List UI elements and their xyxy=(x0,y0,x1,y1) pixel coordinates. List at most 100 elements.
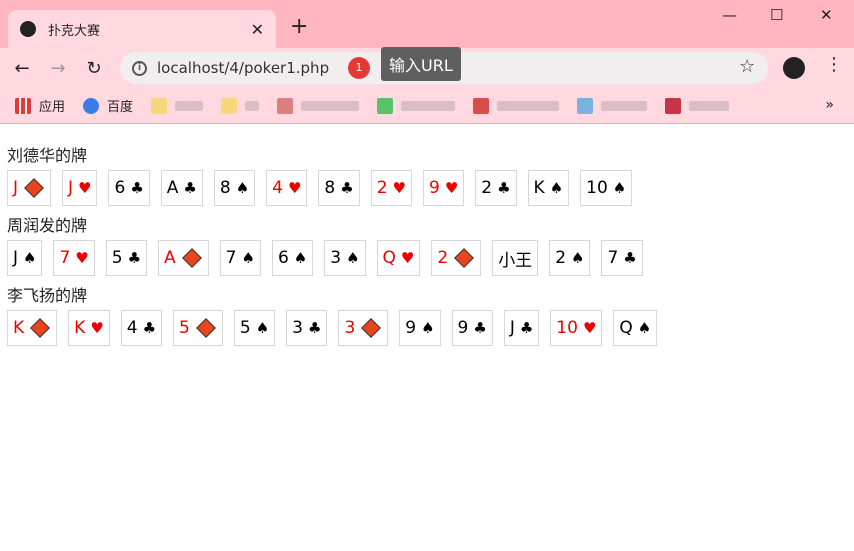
playing-card: 9 ♠ xyxy=(399,310,441,346)
card-rank: 2 xyxy=(555,248,567,268)
baidu-paw-icon xyxy=(83,97,100,114)
info-icon[interactable]: i xyxy=(132,60,147,76)
card-rank: 10 xyxy=(586,178,608,198)
card-rank: J xyxy=(68,178,74,198)
player-label: 李飞扬的牌 xyxy=(7,286,88,305)
card-row: J ♠ 7 ♥ 5 ♣ A 7 ♠ 6 ♠ 3 ♠ Q ♥ 2 小王 2 ♠ 7 ♣ xyxy=(7,240,847,276)
spade-icon: ♠ xyxy=(255,319,270,337)
bookmark-blurred[interactable] xyxy=(221,97,260,114)
bookmark-label: 应用 xyxy=(39,100,66,115)
playing-card: 3 xyxy=(338,310,389,346)
bookmark-blurred[interactable] xyxy=(277,97,360,114)
playing-card: 2 xyxy=(431,240,482,276)
url-text: localhost/4/poker1.php xyxy=(157,59,330,77)
card-rank: 6 xyxy=(114,178,126,198)
diamond-icon xyxy=(454,248,475,268)
card-row: J J ♥ 6 ♣ A ♣ 8 ♠ 4 ♥ 8 ♣ 2 ♥ 9 ♥ 2 ♣ K ♠ 10 ♠ xyxy=(7,170,847,206)
playing-card: 6 ♠ xyxy=(271,240,314,276)
globe-icon xyxy=(20,21,36,37)
reload-icon[interactable]: ↻ xyxy=(76,58,112,79)
playing-card: 4 ♣ xyxy=(120,310,163,346)
bookmark-blurred[interactable] xyxy=(473,97,560,114)
card-rank: 2 xyxy=(376,178,388,198)
club-icon: ♣ xyxy=(519,319,534,337)
club-icon: ♣ xyxy=(497,179,511,197)
bookmark-blurred[interactable] xyxy=(577,97,648,114)
playing-card: 小王 xyxy=(492,240,539,276)
card-rank: K xyxy=(74,318,86,338)
back-icon[interactable]: ← xyxy=(4,58,40,79)
apps-grid-icon xyxy=(15,97,31,114)
playing-card: 7 ♣ xyxy=(601,240,643,276)
playing-card: Q ♥ xyxy=(376,240,421,276)
playing-card: J xyxy=(7,170,52,206)
close-window-icon[interactable]: ✕ xyxy=(820,6,833,24)
club-icon: ♣ xyxy=(127,249,142,267)
close-tab-icon[interactable]: ✕ xyxy=(251,20,264,39)
playing-card: Q ♠ xyxy=(613,310,658,346)
playing-card: A xyxy=(158,240,209,276)
card-rank: 8 xyxy=(219,178,231,198)
playing-card: 8 ♣ xyxy=(318,170,360,206)
playing-card: 7 ♠ xyxy=(219,240,261,276)
card-rank: Q xyxy=(619,318,633,338)
card-rank: 5 xyxy=(239,318,251,338)
bookmark-apps[interactable]: 应用 xyxy=(15,96,65,115)
bookmark-blurred[interactable] xyxy=(151,97,204,114)
new-tab-button[interactable]: + xyxy=(290,14,308,39)
minimize-icon[interactable]: — xyxy=(722,6,737,24)
card-row: K K ♥ 4 ♣ 5 5 ♠ 3 ♣ 3 9 ♠ 9 ♣ J ♣ 10 ♥ Q ♠ xyxy=(7,310,847,346)
profile-avatar[interactable] xyxy=(783,57,805,79)
card-rank: A xyxy=(166,178,179,198)
bookmark-blurred[interactable] xyxy=(665,97,730,114)
spade-icon: ♠ xyxy=(235,179,250,197)
playing-card: 4 ♥ xyxy=(266,170,308,206)
heart-icon: ♥ xyxy=(287,179,302,197)
club-icon: ♣ xyxy=(307,319,322,337)
bookmark-blurred[interactable] xyxy=(377,97,456,114)
card-rank: 6 xyxy=(277,248,289,268)
card-rank: 10 xyxy=(556,318,578,338)
card-rank: 2 xyxy=(481,178,493,198)
heart-icon: ♥ xyxy=(400,249,415,267)
playing-card: 3 ♣ xyxy=(286,310,328,346)
spade-icon: ♠ xyxy=(241,249,255,267)
menu-icon[interactable]: ⋮ xyxy=(825,54,843,75)
card-rank: 7 xyxy=(59,248,71,268)
maximize-icon[interactable]: ☐ xyxy=(770,6,783,24)
card-rank: 8 xyxy=(324,178,336,198)
playing-card: 5 ♠ xyxy=(233,310,276,346)
spade-icon: ♠ xyxy=(346,249,360,267)
forward-icon[interactable]: → xyxy=(40,58,76,79)
card-rank: A xyxy=(164,248,176,268)
heart-icon: ♥ xyxy=(78,179,92,197)
card-rank: K xyxy=(533,178,545,198)
browser-tab[interactable]: 扑克大赛 ✕ xyxy=(8,10,276,48)
diamond-icon xyxy=(24,178,44,198)
player-label: 刘德华的牌 xyxy=(7,146,88,165)
more-bookmarks-icon[interactable]: » xyxy=(825,97,834,113)
playing-card: 2 ♣ xyxy=(475,170,517,206)
card-rank: 3 xyxy=(292,318,303,338)
bookmark-star-icon[interactable]: ☆ xyxy=(739,56,755,77)
bookmark-baidu[interactable]: 百度 xyxy=(83,96,133,115)
spade-icon: ♠ xyxy=(571,249,585,267)
tab-title: 扑克大赛 xyxy=(48,23,101,39)
playing-card: 9 ♣ xyxy=(451,310,493,346)
spade-icon: ♠ xyxy=(612,179,627,197)
page-content: 刘德华的牌 J J ♥ 6 ♣ A ♣ 8 ♠ 4 ♥ 8 ♣ 2 ♥ 9 ♥ 2 ♣ K ♠ 10 ♠ 周润发的牌 J ♠ 7 ♥ 5 ♣… xyxy=(0,124,854,346)
playing-card: 2 ♥ xyxy=(370,170,412,206)
playing-card: 10 ♥ xyxy=(550,310,603,346)
heart-icon: ♥ xyxy=(582,319,597,337)
card-rank: 3 xyxy=(344,318,356,338)
spade-icon: ♠ xyxy=(23,249,37,267)
playing-card: 2 ♠ xyxy=(549,240,591,276)
card-rank: 9 xyxy=(457,318,469,338)
card-rank: 7 xyxy=(225,248,237,268)
toolbar: ← → ↻ i localhost/4/poker1.php 1 输入URL ☆… xyxy=(0,47,854,88)
spade-icon: ♠ xyxy=(293,249,308,267)
heart-icon: ♥ xyxy=(90,319,104,337)
title-bar: 扑克大赛 ✕ + — ☐ ✕ xyxy=(0,0,854,48)
diamond-icon xyxy=(361,318,382,338)
card-rank: 小王 xyxy=(498,250,533,271)
